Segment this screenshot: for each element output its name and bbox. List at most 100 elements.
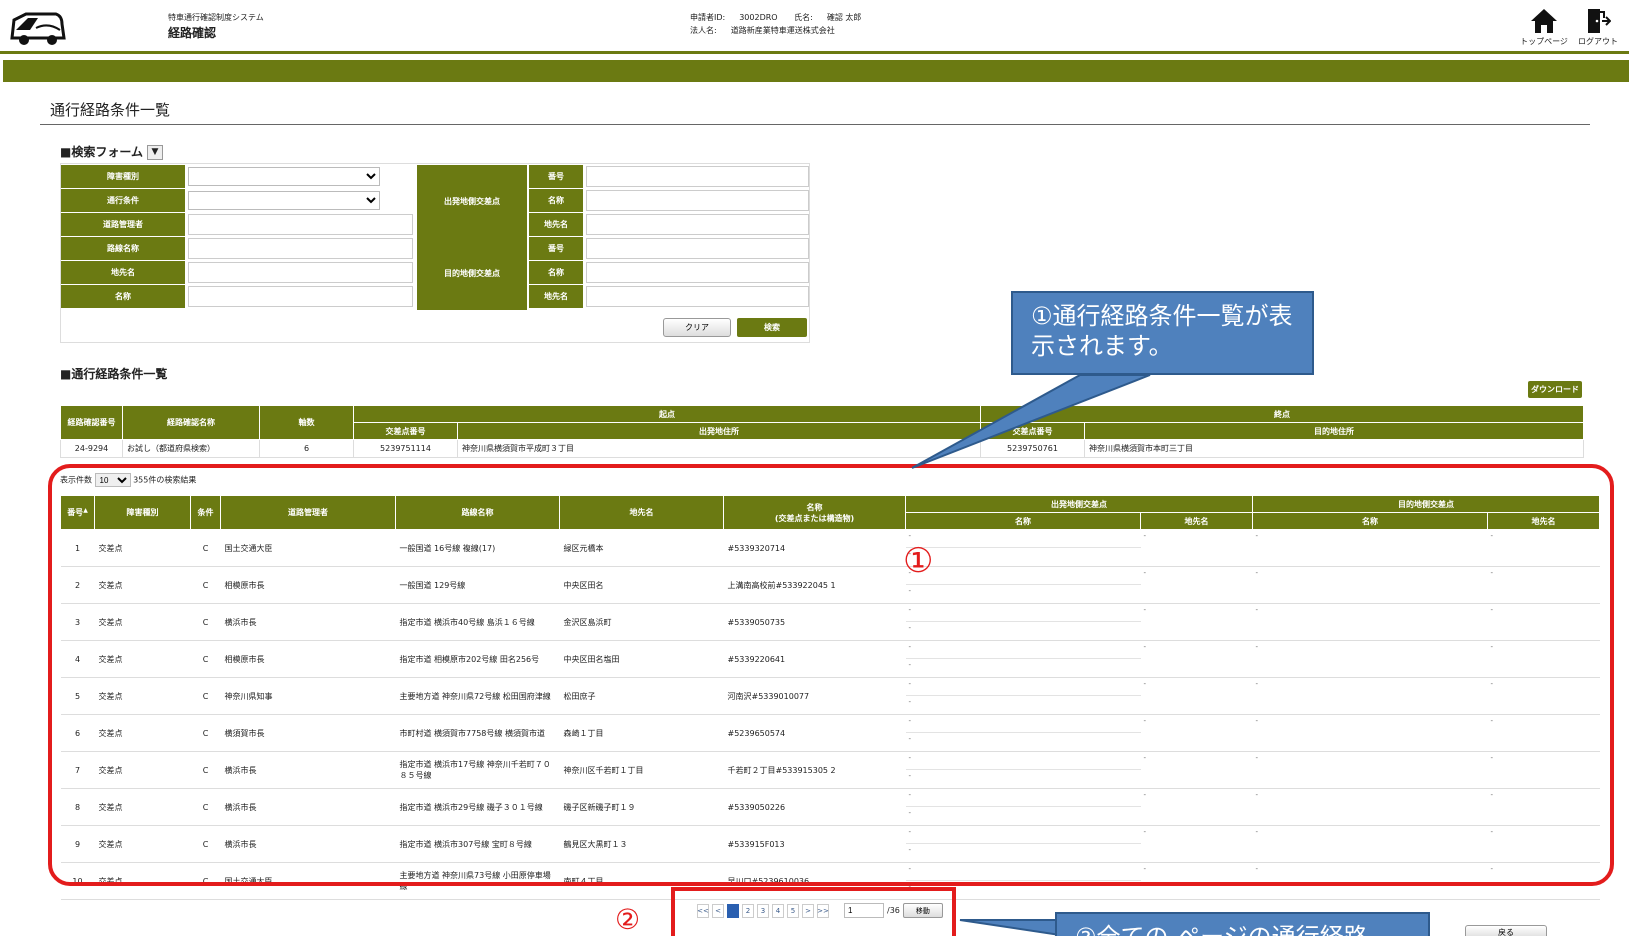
per-page-select[interactable]: 10 — [94, 473, 131, 487]
table-row[interactable]: 4 交差点 C 相模原市長 指定市道 相模原市202号線 田名256号 中央区田名塩田 #5… — [60, 640, 1600, 678]
cell-obstacle: 交差点 — [94, 677, 191, 715]
place-name-input[interactable] — [188, 262, 413, 283]
sub-value: - — [1143, 532, 1147, 540]
sub-value: - — [1255, 754, 1259, 762]
cell-intersection-sub: - — [1252, 825, 1488, 863]
cell-intersection-sub: - — [1252, 640, 1488, 678]
name-input[interactable] — [188, 286, 413, 307]
cell-name: #5339050735 — [723, 603, 906, 641]
cell-intersection-sub: -- — [905, 566, 1141, 604]
title-divider — [40, 124, 1590, 125]
dest-name-input[interactable] — [586, 262, 809, 283]
sub-value: - — [1143, 606, 1147, 614]
table-row[interactable]: 6 交差点 C 横須賀市長 市町村道 横須賀市7758号線 横須賀市道 森崎１丁目 #523… — [60, 714, 1600, 752]
label-departure-intersection: 出発地側交差点 — [417, 165, 527, 238]
applicant-id-label: 申請者ID: — [690, 13, 726, 22]
table-row[interactable]: 9 交差点 C 横浜市長 指定市道 横浜市307号線 宝町８号線 鶴見区大黒町１３ #533… — [60, 825, 1600, 863]
table-row[interactable]: 1 交差点 C 国土交通大臣 一般国道 16号線 複線(17) 緑区元橋本 #5339320… — [60, 529, 1600, 567]
cell-intersection-sub: - — [1487, 603, 1600, 641]
user-info: 申請者ID: 3002DRO 氏名: 確認 太郎 法人名: 道路新産業特車運送株式会社 — [690, 11, 875, 37]
sub-value: - — [1255, 532, 1259, 540]
th-dest-place: 地先名 — [1487, 512, 1600, 530]
condition-select[interactable] — [188, 191, 380, 210]
cell-intersection-sub: -- — [905, 825, 1141, 863]
cell-intersection-sub: - — [1487, 788, 1600, 826]
cell-route: 指定市道 相模原市202号線 田名256号 — [395, 640, 560, 678]
road-manager-input[interactable] — [188, 214, 413, 235]
th-obstacle: 障害種別 — [94, 495, 191, 530]
search-form: 障害種別 通行条件 道路管理者 路線名称 地先名 名称 出発地側交差点 目的地側… — [60, 163, 810, 343]
system-subtitle: 特車通行確認制度システム — [168, 13, 264, 22]
cell-intersection-sub: - — [1252, 862, 1488, 900]
sub-value: - — [905, 863, 1141, 881]
sub-value: - — [1143, 717, 1147, 725]
corp-name: 道路新産業特車運送株式会社 — [730, 26, 835, 35]
marker-1: ① — [903, 541, 934, 581]
search-form-toggle-button[interactable]: ▼ — [146, 145, 163, 160]
sub-value: - — [1255, 717, 1259, 725]
label-destination-intersection: 目的地側交差点 — [417, 237, 527, 310]
back-button[interactable]: 戻る — [1465, 925, 1547, 936]
cell-no: 8 — [60, 788, 95, 826]
logout-button[interactable]: ログアウト — [1572, 8, 1624, 47]
truck-logo-icon — [10, 12, 66, 45]
cell-no: 3 — [60, 603, 95, 641]
search-button[interactable]: 検索 — [737, 318, 807, 337]
cell-place: 金沢区島浜町 — [559, 603, 724, 641]
cell-place: 磯子区新磯子町１９ — [559, 788, 724, 826]
route-name-input[interactable] — [188, 238, 413, 259]
cell-intersection-sub: - — [1487, 677, 1600, 715]
cell-cond: C — [190, 751, 221, 789]
table-row[interactable]: 8 交差点 C 横浜市長 指定市道 横浜市29号線 磯子３０１号線 磯子区新磯子町１９ #5… — [60, 788, 1600, 826]
cell-intersection-sub: - — [1487, 751, 1600, 789]
download-button[interactable]: ダウンロード — [1528, 381, 1582, 398]
sub-value: - — [1255, 680, 1259, 688]
cell-route: 指定市道 横浜市307号線 宝町８号線 — [395, 825, 560, 863]
applicant-id: 3002DRO — [739, 13, 778, 22]
dep-number-input[interactable] — [586, 166, 809, 187]
sub-value: - — [1143, 754, 1147, 762]
cell-manager: 相模原市長 — [220, 566, 396, 604]
sub-value: - — [1255, 569, 1259, 577]
cell-intersection-sub: -- — [905, 751, 1141, 789]
sub-value: - — [1490, 532, 1494, 540]
cell-end-address: 神奈川県横須賀市本町三丁目 — [1084, 439, 1584, 458]
cell-name: #5239650574 — [723, 714, 906, 752]
label-dest-number: 番号 — [529, 237, 583, 260]
th-route-name: 経路確認名称 — [122, 405, 260, 440]
sub-value: - — [905, 752, 1141, 770]
cell-intersection-sub: -- — [905, 788, 1141, 826]
clear-button[interactable]: クリア — [663, 318, 731, 337]
cell-place: 神奈川区千若町１丁目 — [559, 751, 724, 789]
search-form-heading-text: ■検索フォーム — [60, 145, 143, 159]
top-page-button[interactable]: トップページ — [1518, 8, 1570, 47]
label-name: 名称 — [61, 285, 185, 308]
th-place: 地先名 — [559, 495, 724, 530]
logout-label: ログアウト — [1578, 37, 1618, 46]
cell-name: #533915F013 — [723, 825, 906, 863]
search-form-heading: ■検索フォーム ▼ — [60, 143, 163, 160]
cell-manager: 横浜市長 — [220, 825, 396, 863]
marker-2: ② — [615, 903, 641, 936]
cell-obstacle: 交差点 — [94, 788, 191, 826]
cell-manager: 横浜市長 — [220, 603, 396, 641]
user-name: 確認 太郎 — [826, 13, 862, 22]
cell-route: 指定市道 横浜市17号線 神奈川千若町７０８５号線 — [395, 751, 560, 789]
table-row[interactable]: 5 交差点 C 神奈川県知事 主要地方道 神奈川県72号線 松田国府津線 松田庶子 河南沢#… — [60, 677, 1600, 715]
sub-value: - — [1143, 680, 1147, 688]
dest-number-input[interactable] — [586, 238, 809, 259]
dest-place-input[interactable] — [586, 286, 809, 307]
sub-value: - — [905, 789, 1141, 807]
obstacle-type-select[interactable] — [188, 167, 380, 186]
label-condition: 通行条件 — [61, 189, 185, 212]
sub-value: - — [905, 604, 1141, 622]
dep-place-input[interactable] — [586, 214, 809, 235]
table-row[interactable]: 7 交差点 C 横浜市長 指定市道 横浜市17号線 神奈川千若町７０８５号線 神奈川区千若… — [60, 751, 1600, 789]
dep-name-input[interactable] — [586, 190, 809, 211]
th-no[interactable]: 番号▲ — [60, 495, 95, 530]
table-row[interactable]: 3 交差点 C 横浜市長 指定市道 横浜市40号線 島浜１６号線 金沢区島浜町 #53390… — [60, 603, 1600, 641]
table-row[interactable]: 2 交差点 C 相模原市長 一般国道 129号線 中央区田名 上溝南高校前#53392204… — [60, 566, 1600, 604]
cell-route: 主要地方道 神奈川県73号線 小田原停車場線 — [395, 862, 560, 900]
app-header: 特車通行確認制度システム 経路確認 申請者ID: 3002DRO 氏名: 確認 太郎… — [0, 0, 1629, 54]
th-route: 路線名称 — [395, 495, 560, 530]
